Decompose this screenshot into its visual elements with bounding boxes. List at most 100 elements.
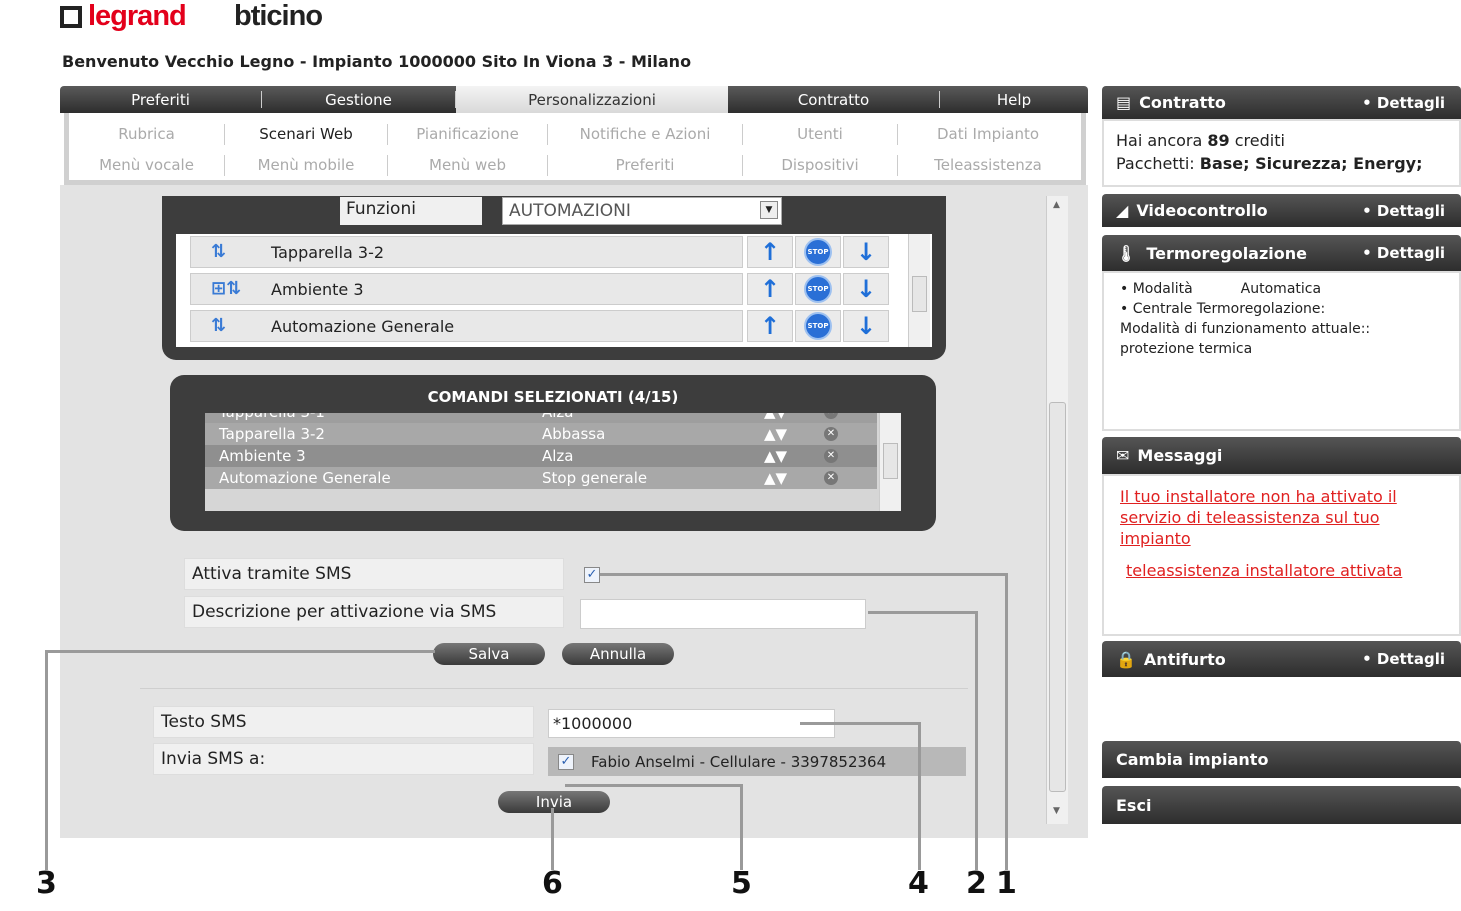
- scroll-down-icon[interactable]: ▼: [1053, 806, 1060, 816]
- subnav-scenari-web[interactable]: Scenari Web: [225, 124, 388, 145]
- table-row[interactable]: Automazione Generale Stop generale ▲▼ ✕: [205, 467, 877, 489]
- callout-line: [551, 808, 554, 870]
- callout-line: [1005, 573, 1008, 870]
- thermometer-icon: 🌡: [1116, 243, 1137, 263]
- stop-button[interactable]: STOP: [795, 273, 841, 305]
- stop-icon: STOP: [804, 238, 832, 266]
- camera-icon: ◢: [1116, 201, 1129, 220]
- move-up-down-icon[interactable]: ▲▼: [764, 469, 824, 487]
- subnav-pianificazione[interactable]: Pianificazione: [388, 124, 548, 145]
- funzioni-scroll-thumb[interactable]: [912, 276, 927, 312]
- arrow-down-icon: ↓: [855, 238, 877, 266]
- videocontrollo-header[interactable]: ◢ Videocontrollo • Dettagli: [1102, 194, 1461, 227]
- comandi-scrollbar[interactable]: [879, 413, 901, 511]
- tab-help[interactable]: Help: [940, 91, 1088, 109]
- callout-line: [975, 611, 978, 870]
- list-item: ⊞⇅ Ambiente 3 ↑ STOP ↓: [190, 272, 889, 306]
- list-item: ⇅ Automazione Generale ↑ STOP ↓: [190, 309, 889, 343]
- subnav-preferiti[interactable]: Preferiti: [548, 155, 743, 176]
- descrizione-sms-input[interactable]: [580, 599, 866, 629]
- remove-icon[interactable]: ✕: [824, 413, 838, 419]
- main-scrollbar[interactable]: ▲ ▼: [1046, 196, 1068, 824]
- tab-gestione[interactable]: Gestione: [262, 91, 456, 109]
- video-dettagli-link[interactable]: • Dettagli: [1362, 202, 1445, 220]
- messaggi-header[interactable]: ✉ Messaggi: [1102, 437, 1461, 474]
- stop-icon: STOP: [804, 275, 832, 303]
- sub-navigation: Rubrica Scenari Web Pianificazione Notif…: [64, 113, 1086, 185]
- contratto-dettagli-link[interactable]: • Dettagli: [1362, 94, 1445, 112]
- subnav-dati-impianto[interactable]: Dati Impianto: [898, 124, 1078, 145]
- message-link[interactable]: teleassistenza installatore attivata: [1120, 560, 1429, 581]
- divider: [140, 688, 968, 689]
- remove-icon[interactable]: ✕: [824, 449, 838, 463]
- legrand-mark-icon: [60, 5, 82, 28]
- down-button[interactable]: ↓: [843, 273, 889, 305]
- move-up-down-icon[interactable]: ▲▼: [764, 447, 824, 465]
- legrand-logo: legrand: [60, 0, 187, 33]
- termoregolazione-header[interactable]: 🌡 Termoregolazione • Dettagli: [1102, 235, 1461, 271]
- main-scroll-thumb[interactable]: [1049, 402, 1066, 792]
- stop-icon: STOP: [804, 312, 832, 340]
- antifurto-header[interactable]: 🔒 Antifurto • Dettagli: [1102, 641, 1461, 677]
- funzioni-select[interactable]: AUTOMAZIONI: [502, 197, 782, 225]
- tab-preferiti[interactable]: Preferiti: [60, 91, 262, 109]
- subnav-dispositivi[interactable]: Dispositivi: [743, 155, 898, 176]
- attiva-sms-checkbox[interactable]: ✓: [584, 567, 600, 583]
- descrizione-sms-label: Descrizione per attivazione via SMS: [184, 596, 564, 628]
- subnav-utenti[interactable]: Utenti: [743, 124, 898, 145]
- remove-icon[interactable]: ✕: [824, 427, 838, 441]
- remove-icon[interactable]: ✕: [824, 471, 838, 485]
- stop-button[interactable]: STOP: [795, 310, 841, 342]
- arrow-up-icon: ↑: [759, 312, 781, 340]
- comandi-scroll-thumb[interactable]: [883, 443, 898, 479]
- scroll-up-icon[interactable]: ▲: [1053, 200, 1060, 210]
- subnav-notifiche[interactable]: Notifiche e Azioni: [548, 124, 743, 145]
- funzioni-label: Funzioni: [340, 197, 482, 225]
- envelope-icon: ✉: [1116, 446, 1130, 465]
- chevron-down-icon[interactable]: ▼: [760, 201, 778, 219]
- comandi-title: COMANDI SELEZIONATI (4/15): [427, 388, 679, 406]
- callout-number: 4: [908, 866, 929, 901]
- recipient-checkbox[interactable]: ✓: [558, 754, 574, 770]
- up-button[interactable]: ↑: [747, 310, 793, 342]
- subnav-menu-vocale[interactable]: Menù vocale: [69, 155, 225, 176]
- table-row[interactable]: Tapparella 3-1Alza▲▼✕: [205, 413, 877, 423]
- stop-button[interactable]: STOP: [795, 236, 841, 268]
- messaggi-body: Il tuo installatore non ha attivato il s…: [1102, 474, 1461, 636]
- callout-line: [800, 722, 921, 725]
- table-row[interactable]: Ambiente 3 Alza ▲▼ ✕: [205, 445, 877, 467]
- move-up-down-icon[interactable]: ▲▼: [764, 413, 824, 421]
- recipient-label: Fabio Anselmi - Cellulare - 3397852364: [591, 753, 887, 771]
- tab-contratto[interactable]: Contratto: [728, 91, 940, 109]
- move-up-down-icon[interactable]: ▲▼: [764, 425, 824, 443]
- arrow-up-icon: ↑: [759, 238, 781, 266]
- arrow-down-icon: ↓: [855, 275, 877, 303]
- callout-number: 1: [996, 866, 1017, 901]
- cambia-impianto-button[interactable]: Cambia impianto: [1102, 741, 1461, 778]
- up-button[interactable]: ↑: [747, 236, 793, 268]
- shutter-icon: ⇅: [211, 241, 227, 262]
- up-button[interactable]: ↑: [747, 273, 793, 305]
- main-tabs: Preferiti Gestione Personalizzazioni Con…: [60, 86, 1088, 113]
- tab-personalizzazioni[interactable]: Personalizzazioni: [456, 86, 728, 113]
- subnav-teleassistenza[interactable]: Teleassistenza: [898, 155, 1078, 176]
- esci-button[interactable]: Esci: [1102, 786, 1461, 824]
- callout-line: [740, 784, 743, 870]
- down-button[interactable]: ↓: [843, 236, 889, 268]
- termo-dettagli-link[interactable]: • Dettagli: [1362, 244, 1445, 262]
- funzioni-scrollbar[interactable]: [908, 234, 930, 347]
- list-item: ⇅ Tapparella 3-2 ↑ STOP ↓: [190, 235, 889, 269]
- annulla-button[interactable]: Annulla: [562, 643, 674, 665]
- salva-button[interactable]: Salva: [433, 643, 545, 665]
- table-row[interactable]: Tapparella 3-2 Abbassa ▲▼ ✕: [205, 423, 877, 445]
- antifurto-dettagli-link[interactable]: • Dettagli: [1362, 650, 1445, 668]
- message-link[interactable]: Il tuo installatore non ha attivato il s…: [1120, 486, 1429, 549]
- callout-line: [45, 650, 48, 870]
- shutter-icon: ⇅: [211, 315, 227, 336]
- subnav-menu-web[interactable]: Menù web: [388, 155, 548, 176]
- invia-button[interactable]: Invia: [498, 791, 610, 813]
- subnav-menu-mobile[interactable]: Menù mobile: [225, 155, 388, 176]
- down-button[interactable]: ↓: [843, 310, 889, 342]
- testo-sms-input[interactable]: *1000000: [548, 709, 835, 738]
- subnav-rubrica[interactable]: Rubrica: [69, 124, 225, 145]
